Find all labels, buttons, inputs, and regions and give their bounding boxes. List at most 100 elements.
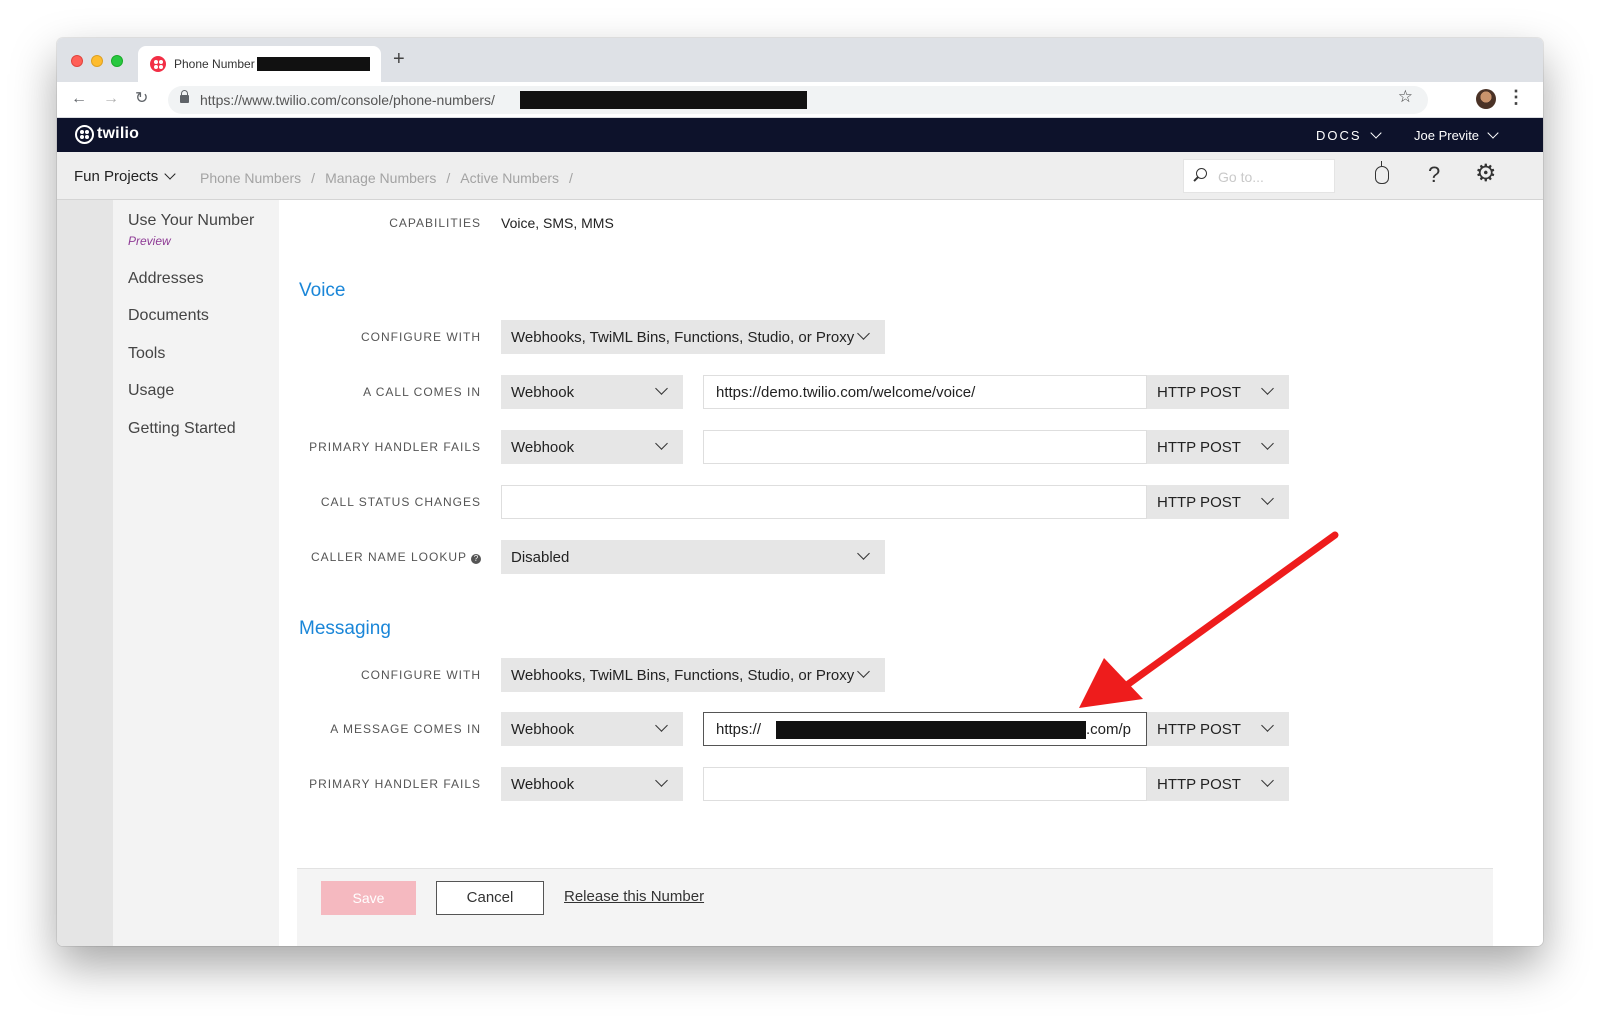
chevron-down-icon <box>1261 437 1274 450</box>
breadcrumb-manage-numbers[interactable]: Manage Numbers <box>325 170 436 186</box>
message-comes-in-url-input[interactable]: https:// .com/p <box>703 712 1147 746</box>
project-name: Fun Projects <box>74 168 159 185</box>
bookmark-star-icon[interactable]: ☆ <box>1398 87 1413 107</box>
messaging-section-title: Messaging <box>299 618 391 639</box>
messaging-configure-select[interactable]: Webhooks, TwiML Bins, Functions, Studio,… <box>501 658 885 692</box>
back-arrow-icon[interactable]: ← <box>71 88 87 110</box>
chevron-down-icon <box>655 437 668 450</box>
select-value: Disabled <box>511 549 570 566</box>
messaging-configure-label: CONFIGURE WITH <box>361 668 481 682</box>
help-icon[interactable]: ? <box>1428 162 1440 188</box>
capabilities-label: CAPABILITIES <box>389 216 481 230</box>
input-value: https://demo.twilio.com/welcome/voice/ <box>716 384 976 401</box>
message-comes-in-method-select[interactable]: HTTP POST <box>1147 712 1289 746</box>
select-value: Webhook <box>511 721 575 738</box>
call-comes-in-method-select[interactable]: HTTP POST <box>1147 375 1289 409</box>
select-value: HTTP POST <box>1157 494 1241 511</box>
messaging-primary-fails-type-select[interactable]: Webhook <box>501 767 683 801</box>
sidebar-item-documents[interactable]: Documents <box>128 307 209 325</box>
user-name: Joe Previte <box>1414 128 1480 143</box>
select-value: Webhook <box>511 776 575 793</box>
address-bar[interactable]: https://www.twilio.com/console/phone-num… <box>168 86 1428 114</box>
call-comes-in-url-input[interactable]: https://demo.twilio.com/welcome/voice/ <box>703 375 1147 409</box>
user-menu[interactable]: Joe Previte <box>1414 127 1499 143</box>
capabilities-value: Voice, SMS, MMS <box>501 215 614 231</box>
goto-search-input[interactable]: Go to... <box>1183 159 1335 193</box>
redacted-block <box>776 721 1086 739</box>
voice-primary-fails-url-input[interactable] <box>703 430 1147 464</box>
sidebar-item-addresses[interactable]: Addresses <box>128 270 204 288</box>
select-value: Webhook <box>511 384 575 401</box>
save-button[interactable]: Save <box>321 881 416 915</box>
chevron-down-icon <box>1261 492 1274 505</box>
debugger-bug-icon[interactable] <box>1375 161 1389 184</box>
sidebar-item-getting-started[interactable]: Getting Started <box>128 420 236 438</box>
gear-icon[interactable]: ⚙ <box>1475 161 1497 187</box>
chevron-down-icon <box>1487 127 1499 139</box>
forward-arrow-icon[interactable]: → <box>103 88 119 110</box>
voice-primary-fails-type-select[interactable]: Webhook <box>501 430 683 464</box>
chevron-down-icon <box>655 774 668 787</box>
maximize-window-button[interactable] <box>111 55 123 67</box>
chevron-down-icon <box>655 382 668 395</box>
call-comes-in-label: A CALL COMES IN <box>363 385 481 399</box>
breadcrumb-active-numbers[interactable]: Active Numbers <box>460 170 559 186</box>
profile-avatar[interactable] <box>1476 89 1496 109</box>
redacted-block <box>520 91 807 109</box>
call-status-url-input[interactable] <box>501 485 1147 519</box>
release-number-link[interactable]: Release this Number <box>564 888 704 905</box>
chevron-down-icon <box>857 665 870 678</box>
caller-lookup-text: CALLER NAME LOOKUP <box>310 550 467 564</box>
breadcrumb-separator: / <box>311 170 316 186</box>
message-comes-in-type-select[interactable]: Webhook <box>501 712 683 746</box>
docs-menu[interactable]: DOCS <box>1316 127 1382 143</box>
browser-window: Phone Number + ← → ↻ https://www.twilio.… <box>57 38 1543 946</box>
select-value: HTTP POST <box>1157 439 1241 456</box>
chevron-down-icon <box>1369 127 1382 139</box>
messaging-primary-fails-label: PRIMARY HANDLER FAILS <box>309 777 481 791</box>
call-status-method-select[interactable]: HTTP POST <box>1147 485 1289 519</box>
breadcrumb-phone-numbers[interactable]: Phone Numbers <box>200 170 301 186</box>
messaging-primary-fails-method-select[interactable]: HTTP POST <box>1147 767 1289 801</box>
sidebar-item-usage[interactable]: Usage <box>128 382 174 400</box>
form-actions: Save Cancel Release this Number <box>297 868 1493 946</box>
twilio-logo-text[interactable]: twilio <box>97 125 139 143</box>
message-comes-in-label: A MESSAGE COMES IN <box>330 722 481 736</box>
breadcrumb-separator: / <box>446 170 451 186</box>
chevron-down-icon <box>857 327 870 340</box>
question-help-icon[interactable]: ? <box>471 554 481 564</box>
search-placeholder: Go to... <box>1218 169 1264 185</box>
lock-icon <box>180 90 189 103</box>
left-rail <box>57 200 113 946</box>
voice-configure-select[interactable]: Webhooks, TwiML Bins, Functions, Studio,… <box>501 320 885 354</box>
caller-lookup-select[interactable]: Disabled <box>501 540 885 574</box>
messaging-primary-fails-url-input[interactable] <box>703 767 1147 801</box>
close-window-button[interactable] <box>71 55 83 67</box>
chevron-down-icon <box>857 547 870 560</box>
tab-title: Phone Number <box>174 57 255 71</box>
sidebar-item-tools[interactable]: Tools <box>128 345 165 363</box>
breadcrumb: Phone Numbers / Manage Numbers / Active Numb… <box>200 170 583 186</box>
voice-primary-fails-method-select[interactable]: HTTP POST <box>1147 430 1289 464</box>
browser-menu-icon[interactable]: ⋮ <box>1507 87 1525 108</box>
twilio-logo-icon[interactable] <box>75 125 94 144</box>
project-bar: Fun Projects Phone Numbers / Manage Number… <box>57 152 1543 200</box>
console-navbar: twilio DOCS Joe Previte <box>57 118 1543 152</box>
cancel-button[interactable]: Cancel <box>436 881 544 915</box>
browser-toolbar: ← → ↻ https://www.twilio.com/console/pho… <box>57 82 1543 118</box>
call-comes-in-type-select[interactable]: Webhook <box>501 375 683 409</box>
sidebar-item-label: Use Your Number <box>128 212 255 229</box>
main-content: CAPABILITIES Voice, SMS, MMS Voice CONFI… <box>279 200 1543 946</box>
sidebar-item-use-your-number[interactable]: Use Your Number <box>128 212 254 230</box>
minimize-window-button[interactable] <box>91 55 103 67</box>
reload-icon[interactable]: ↻ <box>135 88 148 110</box>
select-value: HTTP POST <box>1157 384 1241 401</box>
new-tab-button[interactable]: + <box>393 47 405 71</box>
select-value: Webhooks, TwiML Bins, Functions, Studio,… <box>511 329 855 346</box>
chevron-down-icon <box>655 719 668 732</box>
chevron-down-icon <box>1261 382 1274 395</box>
select-value: HTTP POST <box>1157 776 1241 793</box>
project-selector[interactable]: Fun Projects <box>74 168 176 185</box>
twilio-favicon-icon <box>150 56 166 72</box>
browser-tab[interactable]: Phone Number <box>138 46 381 82</box>
